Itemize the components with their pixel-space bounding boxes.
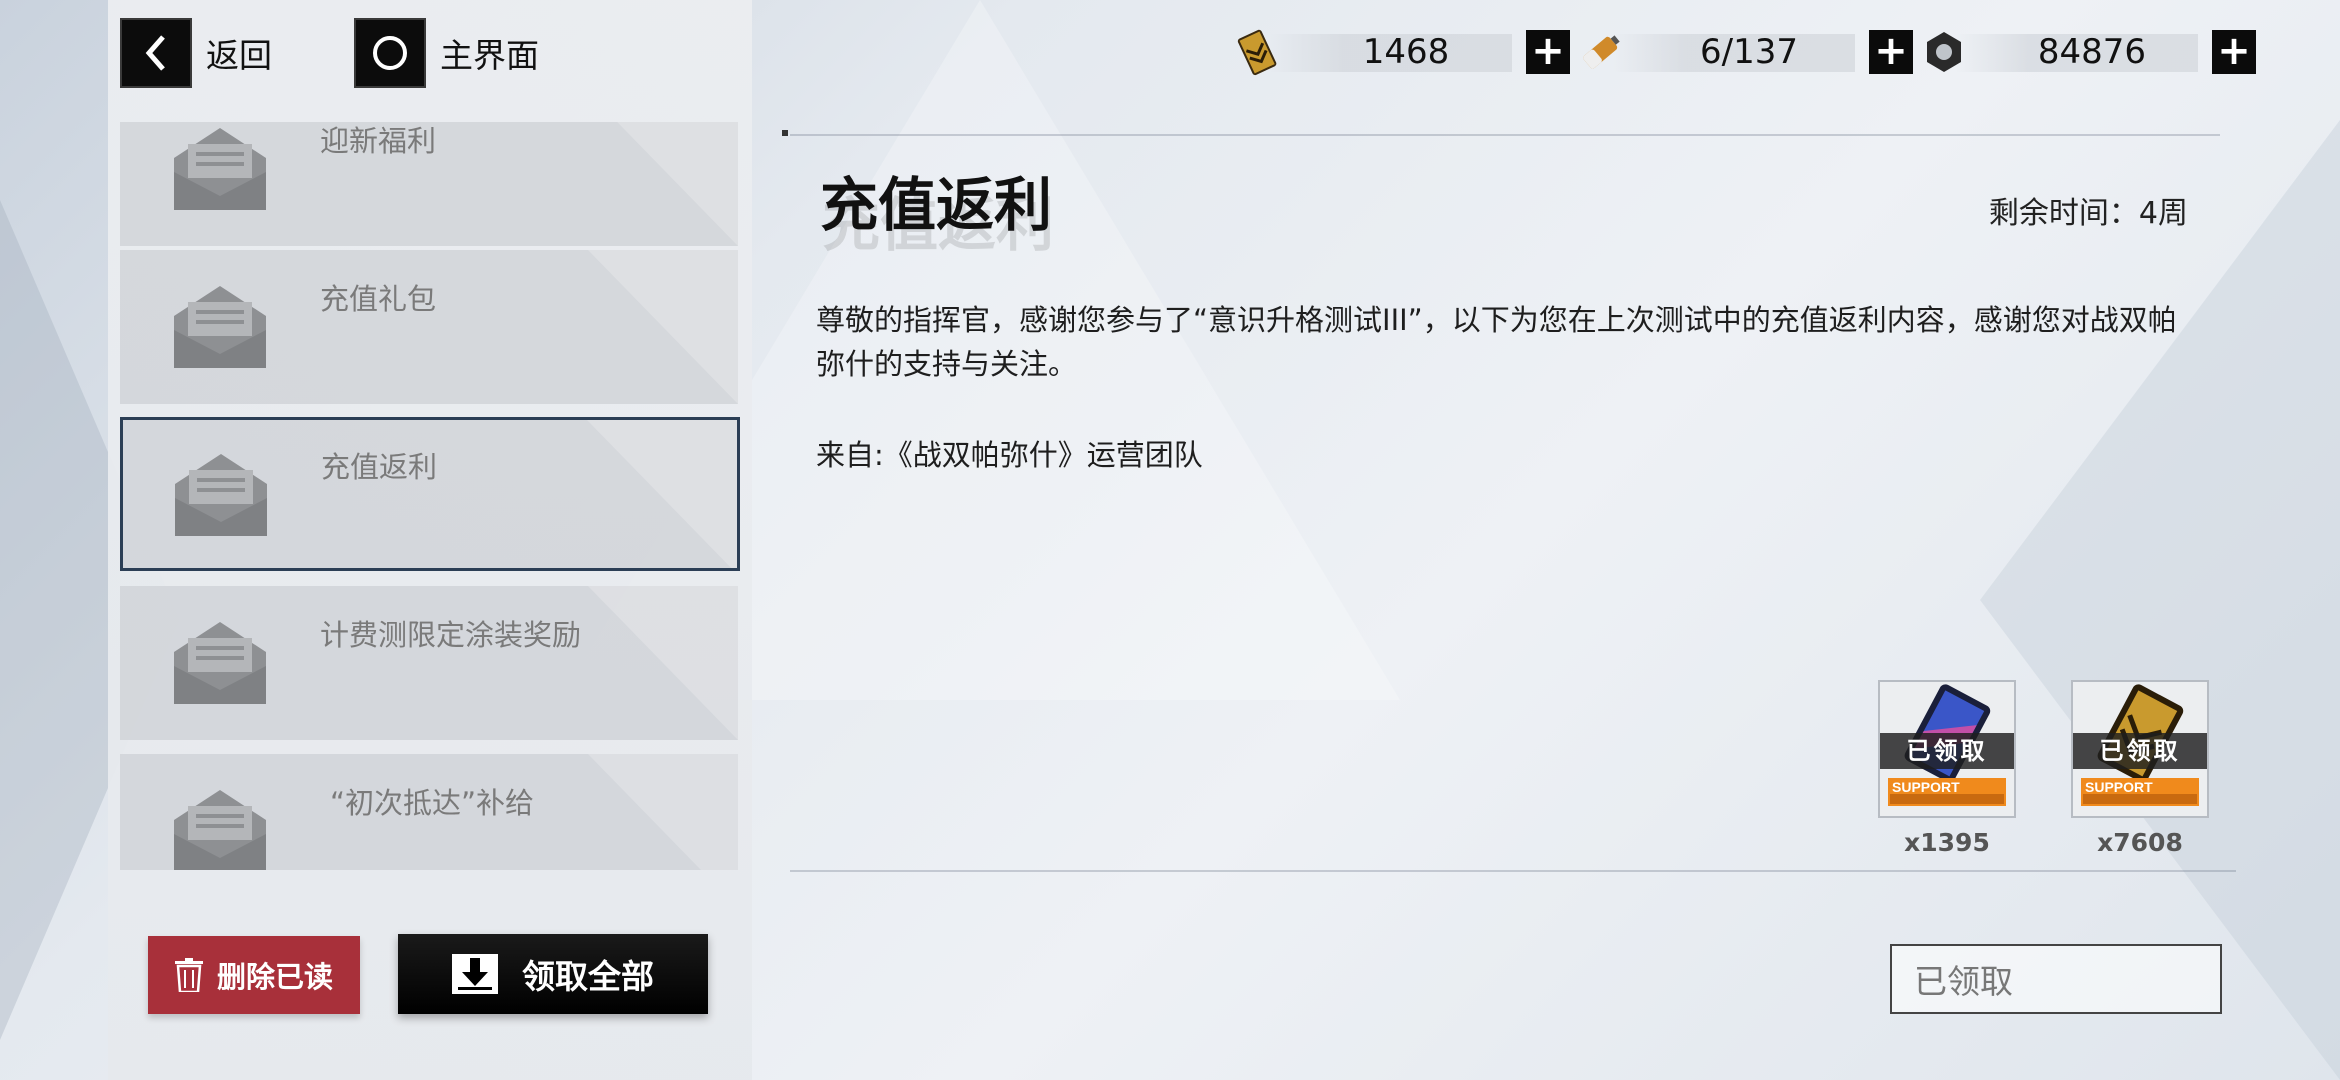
reward-card: SUPPORT 已领取 bbox=[2071, 680, 2209, 818]
mail-item-title: 迎新福利 bbox=[320, 124, 437, 158]
resource-value: 1468 bbox=[1362, 32, 1450, 72]
resource-gold-card: 1468 + bbox=[1230, 26, 1570, 78]
resource-battery: 6/137 + bbox=[1573, 26, 1913, 78]
home-icon bbox=[354, 18, 426, 88]
resource-gear: 84876 + bbox=[1916, 26, 2256, 78]
mail-item[interactable]: 充值礼包 bbox=[120, 250, 738, 404]
divider bbox=[790, 134, 2220, 136]
mail-item-title: “初次抵达”补给 bbox=[330, 786, 535, 820]
add-gear-button[interactable]: + bbox=[2212, 30, 2256, 74]
envelope-icon bbox=[174, 128, 266, 210]
support-card-label: SUPPORT bbox=[2085, 779, 2153, 795]
divider bbox=[790, 870, 2236, 872]
home-label: 主界面 bbox=[440, 36, 539, 75]
reward-item[interactable]: SUPPORT 已领取 x1395 bbox=[1878, 680, 2016, 857]
resource-value: 84876 bbox=[2037, 32, 2147, 72]
envelope-icon bbox=[174, 790, 266, 870]
mail-item-title: 充值礼包 bbox=[320, 282, 437, 316]
envelope-icon bbox=[174, 286, 266, 368]
mail-item[interactable]: “初次抵达”补给 bbox=[120, 754, 738, 870]
resource-value: 6/137 bbox=[1700, 32, 1798, 72]
mail-item-selected[interactable]: 充值返利 bbox=[120, 417, 740, 571]
envelope-icon bbox=[175, 454, 267, 536]
divider-dot bbox=[782, 130, 788, 136]
mail-item[interactable]: 迎新福利 bbox=[120, 122, 738, 246]
add-gold-card-button[interactable]: + bbox=[1526, 30, 1570, 74]
claimed-badge: 已领取 bbox=[2073, 733, 2207, 769]
mail-item-title: 计费测限定涂装奖励 bbox=[320, 618, 582, 652]
support-card-label: SUPPORT bbox=[1892, 779, 1960, 795]
remaining-time: 剩余时间：4周 bbox=[1988, 196, 2188, 231]
add-battery-button[interactable]: + bbox=[1869, 30, 1913, 74]
background-shape bbox=[1980, 120, 2340, 1080]
claim-all-button[interactable]: 领取全部 bbox=[398, 934, 708, 1014]
delete-read-button[interactable]: 删除已读 bbox=[148, 936, 360, 1014]
home-button[interactable]: 主界面 bbox=[354, 18, 539, 88]
back-icon bbox=[120, 18, 192, 88]
envelope-icon bbox=[174, 622, 266, 704]
trash-icon bbox=[174, 958, 203, 992]
mail-body: 尊敬的指挥官，感谢您参与了“意识升格测试III”，以下为您在上次测试中的充值返利… bbox=[816, 303, 2177, 381]
delete-read-label: 删除已读 bbox=[216, 960, 333, 994]
reward-item[interactable]: SUPPORT 已领取 x7608 bbox=[2071, 680, 2209, 857]
gear-nut-icon bbox=[1927, 32, 1961, 72]
gold-card-icon bbox=[1237, 29, 1277, 76]
battery-icon bbox=[1583, 35, 1620, 69]
claimed-button[interactable]: 已领取 bbox=[1890, 944, 2222, 1014]
claimed-badge: 已领取 bbox=[1880, 733, 2014, 769]
back-label: 返回 bbox=[206, 36, 272, 75]
reward-quantity: x7608 bbox=[2097, 828, 2183, 857]
reward-quantity: x1395 bbox=[1904, 828, 1990, 857]
mail-list: 迎新福利 充值礼包 充值返利 计费测限定涂装奖励 “初次抵达”补给 bbox=[120, 122, 740, 870]
mail-item-title: 充值返利 bbox=[321, 450, 438, 484]
claim-all-label: 领取全部 bbox=[522, 957, 654, 996]
back-button[interactable]: 返回 bbox=[120, 18, 272, 88]
download-icon bbox=[452, 954, 498, 994]
mail-item[interactable]: 计费测限定涂装奖励 bbox=[120, 586, 738, 740]
mail-sender: 来自:《战双帕弥什》运营团队 bbox=[816, 438, 1203, 472]
mail-title: 充值返利 bbox=[820, 171, 1053, 239]
reward-card: SUPPORT 已领取 bbox=[1878, 680, 2016, 818]
